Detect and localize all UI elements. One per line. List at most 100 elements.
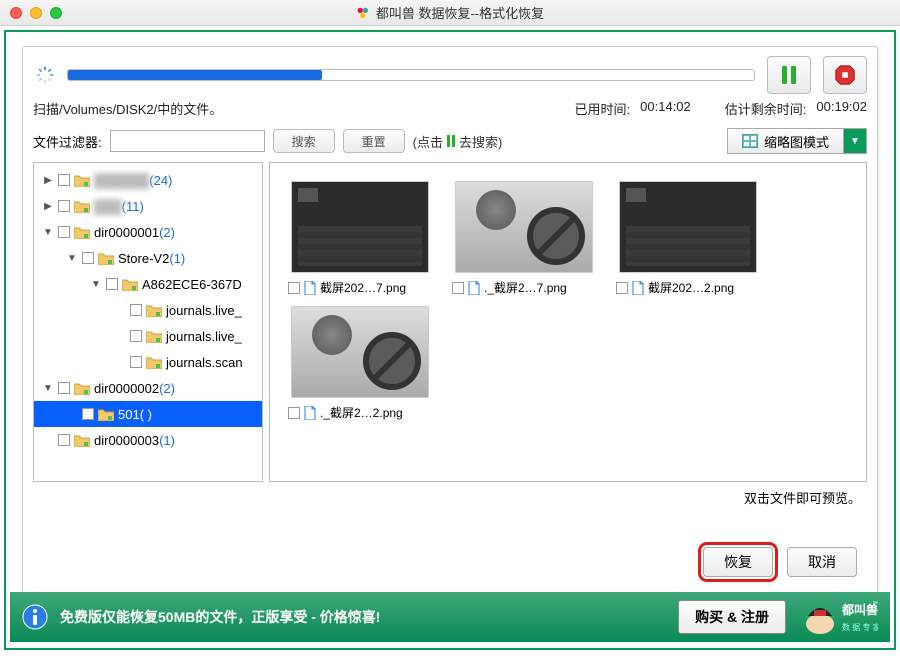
tree-checkbox[interactable]: [58, 200, 70, 212]
tree-node-count: ( ): [140, 407, 152, 422]
tree-row[interactable]: ▼dir0000001 (2): [34, 219, 262, 245]
tree-node-count: (11): [122, 199, 144, 214]
zoom-window-button[interactable]: [50, 7, 62, 19]
close-window-button[interactable]: [10, 7, 22, 19]
thumbnail-preview[interactable]: [291, 181, 429, 273]
disclosure-arrow-icon[interactable]: ▼: [42, 383, 54, 394]
footer-banner: 免费版仅能恢复50MB的文件，正版享受 - 价格惊喜! 购买 & 注册 都叫兽 …: [10, 592, 890, 642]
scan-progress-bar: [67, 69, 755, 81]
recover-button[interactable]: 恢复: [703, 547, 773, 577]
disclosure-arrow-icon[interactable]: ▼: [42, 227, 54, 238]
folder-icon: [146, 304, 162, 317]
minimize-window-button[interactable]: [30, 7, 42, 19]
tree-row[interactable]: 501 ( ): [34, 401, 262, 427]
file-icon: [632, 281, 644, 295]
elapsed-label: 已用时间:: [575, 99, 631, 118]
tree-checkbox[interactable]: [130, 304, 142, 316]
folder-icon: [146, 330, 162, 343]
view-mode-label: 缩略图模式: [764, 132, 829, 151]
tree-node-name: ███: [94, 199, 122, 214]
footer-text: 免费版仅能恢复50MB的文件，正版享受 - 价格惊喜!: [60, 607, 666, 627]
tree-row[interactable]: journals.live_: [34, 297, 262, 323]
thumbnail-item[interactable]: 截屏202…2.png: [616, 181, 760, 296]
filter-input[interactable]: [110, 130, 265, 152]
tree-row[interactable]: journals.live_: [34, 323, 262, 349]
view-mode-dropdown[interactable]: 缩略图模式 ▼: [727, 128, 867, 154]
chevron-down-icon[interactable]: ▼: [844, 129, 866, 153]
brand-mascot: 都叫兽 数 据 专 家 ™: [798, 596, 878, 638]
tree-checkbox[interactable]: [82, 408, 94, 420]
thumbnail-checkbox[interactable]: [288, 282, 300, 294]
tree-node-name: journals.live_: [166, 329, 242, 344]
disclosure-arrow-icon[interactable]: ▼: [66, 253, 78, 264]
scan-path-label: 扫描/Volumes/DISK2/中的文件。: [33, 99, 222, 118]
tree-checkbox[interactable]: [58, 174, 70, 186]
tree-row[interactable]: ▼Store-V2 (1): [34, 245, 262, 271]
folder-icon: [74, 434, 90, 447]
filter-label: 文件过滤器:: [33, 132, 102, 151]
thumbnail-filename: 截屏202…7.png: [320, 279, 406, 296]
folder-icon: [74, 200, 90, 213]
app-frame: 扫描/Volumes/DISK2/中的文件。 已用时间: 00:14:02 估计…: [4, 30, 896, 650]
folder-tree[interactable]: ▶██████ (24)▶███ (11)▼dir0000001 (2)▼Sto…: [33, 162, 263, 482]
titlebar: 都叫兽 数据恢复--格式化恢复: [0, 0, 900, 26]
pause-button[interactable]: [767, 56, 811, 94]
tree-row[interactable]: ▼dir0000002 (2): [34, 375, 262, 401]
tree-row[interactable]: dir0000003 (1): [34, 427, 262, 453]
tree-node-count: (2): [159, 225, 175, 240]
thumbnail-filename: ._截屏2…7.png: [484, 279, 567, 296]
tree-checkbox[interactable]: [82, 252, 94, 264]
stop-icon: [834, 64, 856, 86]
cancel-button[interactable]: 取消: [787, 547, 857, 577]
tree-row[interactable]: journals.scan: [34, 349, 262, 375]
thumbnail-preview[interactable]: [455, 181, 593, 273]
tree-node-name: journals.live_: [166, 303, 242, 318]
folder-icon: [98, 408, 114, 421]
tree-row[interactable]: ▼A862ECE6-367D: [34, 271, 262, 297]
tree-node-name: Store-V2: [118, 251, 169, 266]
remaining-label: 估计剩余时间:: [725, 99, 807, 118]
reset-button[interactable]: 重置: [343, 129, 405, 153]
tree-checkbox[interactable]: [58, 226, 70, 238]
folder-icon: [98, 252, 114, 265]
thumbnail-preview[interactable]: [291, 306, 429, 398]
tree-checkbox[interactable]: [130, 356, 142, 368]
folder-icon: [74, 226, 90, 239]
tree-row[interactable]: ▶ ███ (11): [34, 193, 262, 219]
thumbnail-checkbox[interactable]: [616, 282, 628, 294]
stop-button[interactable]: [823, 56, 867, 94]
folder-icon: [122, 278, 138, 291]
search-button[interactable]: 搜索: [273, 129, 335, 153]
info-icon: [22, 604, 48, 630]
tree-checkbox[interactable]: [130, 330, 142, 342]
scan-progress-fill: [68, 70, 322, 80]
file-icon: [304, 281, 316, 295]
blocked-icon: [526, 206, 586, 266]
thumbnail-preview[interactable]: [619, 181, 757, 273]
thumbnail-checkbox[interactable]: [288, 407, 300, 419]
file-icon: [304, 406, 316, 420]
pause-icon-mini: [447, 135, 455, 147]
remaining-value: 00:19:02: [816, 99, 867, 118]
tree-row[interactable]: ▶██████ (24): [34, 167, 262, 193]
file-icon: [468, 281, 480, 295]
tree-node-name: dir0000003: [94, 433, 159, 448]
search-hint: (点击 去搜索): [413, 132, 503, 151]
thumbnail-item[interactable]: ._截屏2…2.png: [288, 306, 432, 421]
disclosure-arrow-icon[interactable]: ▶: [42, 201, 54, 212]
thumbnail-item[interactable]: ._截屏2…7.png: [452, 181, 596, 296]
tree-node-count: (24): [149, 173, 172, 188]
tree-checkbox[interactable]: [58, 434, 70, 446]
window-title: 都叫兽 数据恢复--格式化恢复: [376, 3, 544, 22]
disclosure-arrow-icon[interactable]: ▶: [42, 175, 54, 186]
tree-node-name: dir0000002: [94, 381, 159, 396]
buy-register-button[interactable]: 购买 & 注册: [678, 600, 786, 634]
tree-checkbox[interactable]: [106, 278, 118, 290]
thumbnail-checkbox[interactable]: [452, 282, 464, 294]
app-icon: [356, 6, 370, 20]
tree-node-name: 501: [118, 407, 140, 422]
thumbnail-filename: ._截屏2…2.png: [320, 404, 403, 421]
tree-checkbox[interactable]: [58, 382, 70, 394]
thumbnail-item[interactable]: 截屏202…7.png: [288, 181, 432, 296]
disclosure-arrow-icon[interactable]: ▼: [90, 279, 102, 290]
